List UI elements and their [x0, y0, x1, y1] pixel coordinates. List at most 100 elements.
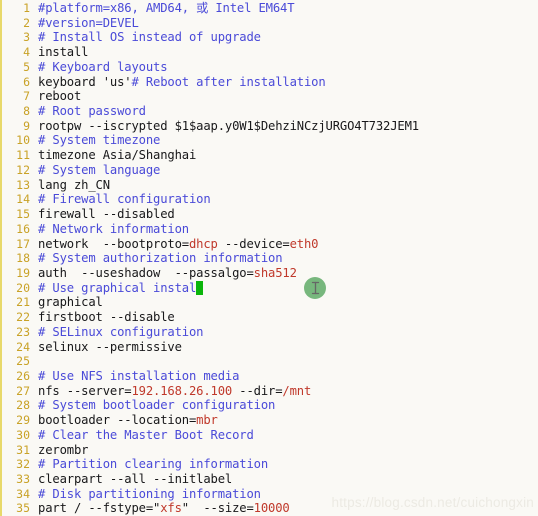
code-line[interactable]: 9 rootpw --iscrypted $1$aap.y0W1$DehziNCz… [2, 119, 538, 134]
code-line[interactable]: 28 # System bootloader configuration [2, 398, 538, 413]
code-line[interactable]: 7 reboot [2, 89, 538, 104]
code-token-plain: rootpw --iscrypted $1$aap.y0W1$DehziNCzj… [38, 118, 419, 133]
line-number: 6 [23, 74, 30, 89]
code-line-text[interactable]: # Root password [30, 104, 538, 119]
code-token-plain: zerombr [38, 442, 89, 457]
code-line[interactable]: 24 selinux --permissive [2, 340, 538, 355]
code-line-text[interactable]: network --bootproto=dhcp --device=eth0 [30, 237, 538, 252]
code-line[interactable]: 15 firewall --disabled [2, 207, 538, 222]
code-line-text[interactable]: # Clear the Master Boot Record [30, 428, 538, 443]
code-token-value: xfs [160, 501, 182, 516]
code-token-plain: selinux --permissive [38, 339, 182, 354]
code-line[interactable]: 21 graphical [2, 295, 538, 310]
code-line[interactable]: 32 # Partition clearing information [2, 457, 538, 472]
line-number: 3 [23, 30, 30, 45]
code-line-text[interactable]: # Firewall configuration [30, 192, 538, 207]
line-number: 4 [23, 45, 30, 60]
code-line-text[interactable]: bootloader --location=mbr [30, 413, 538, 428]
code-line[interactable]: 17 network --bootproto=dhcp --device=eth0 [2, 237, 538, 252]
code-line-text[interactable]: # Network information [30, 222, 538, 237]
line-number: 25 [16, 354, 30, 369]
code-line[interactable]: 30 # Clear the Master Boot Record [2, 428, 538, 443]
code-line-text[interactable]: # SELinux configuration [30, 325, 538, 340]
code-line-text[interactable]: # Disk partitioning information [30, 487, 538, 502]
code-token-plain: --device= [217, 236, 290, 251]
code-line-text[interactable]: zerombr [30, 443, 538, 458]
code-line-text[interactable]: #platform=x86, AMD64, 或 Intel EM64T [30, 1, 538, 16]
code-line[interactable]: 1 #platform=x86, AMD64, 或 Intel EM64T [2, 1, 538, 16]
code-line-text[interactable]: rootpw --iscrypted $1$aap.y0W1$DehziNCzj… [30, 119, 538, 134]
code-line[interactable]: 22 firstboot --disable [2, 310, 538, 325]
code-line-text[interactable]: part / --fstype="xfs" --size=10000 [30, 501, 538, 516]
code-line-text[interactable]: # System language [30, 163, 538, 178]
line-number: 13 [16, 177, 30, 192]
code-line[interactable]: 16 # Network information [2, 222, 538, 237]
code-line-text[interactable]: # Use graphical install [30, 280, 538, 296]
code-line[interactable]: 13 lang zh_CN [2, 178, 538, 193]
code-line[interactable]: 3 # Install OS instead of upgrade [2, 30, 538, 45]
code-token-plain: lang zh_CN [38, 177, 110, 192]
code-line-text[interactable]: selinux --permissive [30, 340, 538, 355]
line-number: 30 [16, 427, 30, 442]
code-line[interactable]: 18 # System authorization information [2, 251, 538, 266]
code-line[interactable]: 29 bootloader --location=mbr [2, 413, 538, 428]
code-line[interactable]: 11 timezone Asia/Shanghai [2, 148, 538, 163]
code-line-text[interactable]: reboot [30, 89, 538, 104]
code-line[interactable]: 4 install [2, 45, 538, 60]
code-token-comment: # Reboot after installation [131, 74, 326, 89]
code-line[interactable]: 34 # Disk partitioning information [2, 487, 538, 502]
code-line-text[interactable]: lang zh_CN [30, 178, 538, 193]
code-line[interactable]: 10 # System timezone [2, 133, 538, 148]
code-line[interactable]: 31 zerombr [2, 443, 538, 458]
code-line-text[interactable]: # System timezone [30, 133, 538, 148]
code-line-text[interactable]: # System bootloader configuration [30, 398, 538, 413]
code-line-text[interactable]: nfs --server=192.168.26.100 --dir=/mnt [30, 384, 538, 399]
code-token-comment: # Disk partitioning information [38, 486, 261, 501]
code-line-text[interactable]: auth --useshadow --passalgo=sha512 [30, 266, 538, 281]
code-line-text[interactable]: firewall --disabled [30, 207, 538, 222]
code-token-comment: # SELinux configuration [38, 324, 204, 339]
code-line-text[interactable]: graphical [30, 295, 538, 310]
code-line[interactable]: 2 #version=DEVEL [2, 16, 538, 31]
code-token-plain: firstboot --disable [38, 310, 175, 325]
code-line-text[interactable]: # Partition clearing information [30, 457, 538, 472]
code-line[interactable]: 26 # Use NFS installation media [2, 369, 538, 384]
line-number: 2 [23, 15, 30, 30]
line-number: 21 [16, 295, 30, 310]
code-line-text[interactable]: timezone Asia/Shanghai [30, 148, 538, 163]
code-token-plain: graphical [38, 295, 103, 310]
code-token-plain: auth --useshadow --passalgo= [38, 265, 254, 280]
code-line[interactable]: 12 # System language [2, 163, 538, 178]
code-line-text[interactable]: # Install OS instead of upgrade [30, 30, 538, 45]
code-line-text[interactable]: firstboot --disable [30, 310, 538, 325]
code-line-text[interactable]: clearpart --all --initlabel [30, 472, 538, 487]
code-line-text[interactable]: # Use NFS installation media [30, 369, 538, 384]
code-line-text[interactable]: # Keyboard layouts [30, 60, 538, 75]
code-line[interactable]: 35 part / --fstype="xfs" --size=10000 [2, 501, 538, 516]
line-number: 8 [23, 104, 30, 119]
code-line[interactable]: 33 clearpart --all --initlabel [2, 472, 538, 487]
code-line[interactable]: 6 keyboard 'us'# Reboot after installatio… [2, 75, 538, 90]
code-line-text[interactable]: keyboard 'us'# Reboot after installation [30, 75, 538, 90]
code-line[interactable]: 19 auth --useshadow --passalgo=sha512 [2, 266, 538, 281]
code-line[interactable]: 27 nfs --server=192.168.26.100 --dir=/mnt [2, 384, 538, 399]
code-token-value: sha512 [253, 265, 297, 280]
code-line[interactable]: 23 # SELinux configuration [2, 325, 538, 340]
code-token-comment: # Install OS instead of upgrade [38, 30, 261, 45]
code-editor[interactable]: 1 #platform=x86, AMD64, 或 Intel EM64T 2 #ve… [0, 0, 538, 516]
code-line-text[interactable]: install [30, 45, 538, 60]
code-token-plain: timezone Asia/Shanghai [38, 148, 197, 163]
line-number: 22 [16, 310, 30, 325]
code-line[interactable]: 8 # Root password [2, 104, 538, 119]
line-number: 24 [16, 339, 30, 354]
line-number: 32 [16, 457, 30, 472]
code-line[interactable]: 25 [2, 354, 538, 369]
code-line[interactable]: 20 # Use graphical install [2, 280, 538, 296]
code-token-value: eth0 [289, 236, 319, 251]
code-line[interactable]: 5 # Keyboard layouts [2, 60, 538, 75]
code-line[interactable]: 14 # Firewall configuration [2, 192, 538, 207]
code-line-text[interactable]: # System authorization information [30, 251, 538, 266]
code-line-text[interactable]: #version=DEVEL [30, 16, 538, 31]
code-lines-container[interactable]: 1 #platform=x86, AMD64, 或 Intel EM64T 2 #ve… [2, 0, 538, 516]
code-token-comment: # Partition clearing information [38, 457, 268, 472]
